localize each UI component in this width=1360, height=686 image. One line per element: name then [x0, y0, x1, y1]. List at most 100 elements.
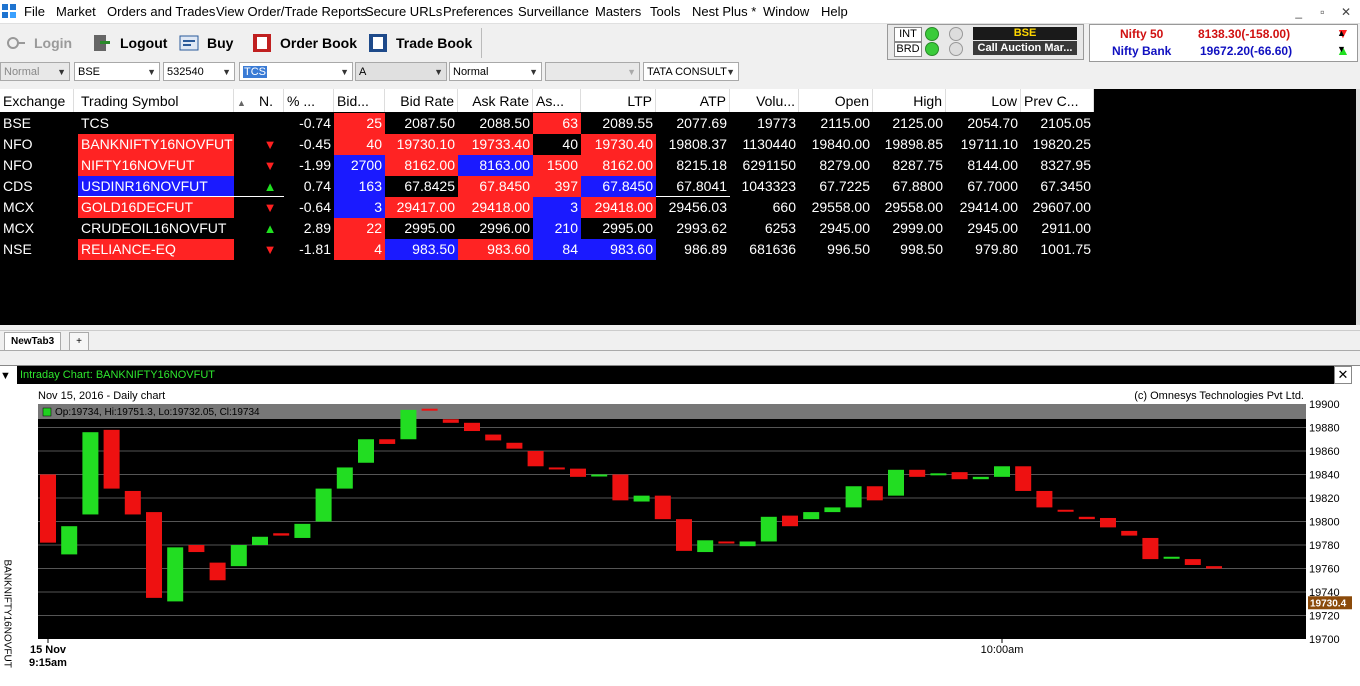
restore-button[interactable]: ▫: [1312, 5, 1332, 19]
candle[interactable]: [803, 512, 820, 520]
symbol-select[interactable]: TCS ▼: [239, 62, 353, 81]
candle[interactable]: [612, 474, 629, 501]
candle[interactable]: [994, 466, 1010, 477]
candle[interactable]: [1078, 516, 1095, 520]
candle[interactable]: [951, 472, 968, 480]
col-atp[interactable]: ATP: [656, 89, 730, 112]
menu-tools[interactable]: Tools: [650, 4, 680, 19]
minimize-button[interactable]: _: [1289, 5, 1309, 19]
order-book-button[interactable]: Order Book: [252, 29, 357, 57]
sort-ascending-icon[interactable]: ▲: [234, 89, 256, 112]
col-low[interactable]: Low: [946, 89, 1021, 112]
candle[interactable]: [442, 419, 459, 423]
candle[interactable]: [909, 469, 926, 477]
menu-view-reports[interactable]: View Order/Trade Reports: [216, 4, 367, 19]
candle[interactable]: [103, 429, 120, 489]
candle[interactable]: [527, 451, 544, 467]
order-type-select[interactable]: Normal ▼: [449, 62, 542, 81]
menu-market[interactable]: Market: [56, 4, 96, 19]
candle[interactable]: [379, 439, 396, 444]
table-row[interactable]: NSE RELIANCE-EQ -1.81 4 983.50 983.60 84 983.60…: [0, 239, 1094, 260]
candle[interactable]: [591, 474, 608, 477]
candle[interactable]: [485, 434, 502, 441]
table-row[interactable]: BSE TCS -0.74 25 2087.50 2088.50 63 2089.55 2077…: [0, 113, 1094, 134]
grid-scrollbar[interactable]: [1356, 89, 1360, 325]
candle[interactable]: [824, 507, 841, 513]
menu-preferences[interactable]: Preferences: [443, 4, 513, 19]
col-ask-qty[interactable]: As...: [533, 89, 581, 112]
candle[interactable]: [1057, 509, 1074, 512]
candle[interactable]: [506, 442, 523, 449]
login-button[interactable]: Login: [6, 29, 72, 57]
col-volume[interactable]: Volu...: [730, 89, 799, 112]
candle[interactable]: [336, 467, 353, 489]
table-row[interactable]: MCX CRUDEOIL16NOVFUT 2.89 22 2995.00 2996.00 2…: [0, 218, 1094, 239]
col-bid-rate[interactable]: Bid Rate: [385, 89, 458, 112]
candle[interactable]: [252, 536, 268, 545]
exchange-select[interactable]: BSE ▼: [74, 62, 160, 81]
candle[interactable]: [124, 490, 141, 515]
trade-book-button[interactable]: Trade Book: [368, 29, 472, 57]
candle[interactable]: [146, 512, 162, 598]
candle[interactable]: [40, 474, 56, 543]
candle[interactable]: [697, 540, 714, 553]
add-tab-button[interactable]: +: [69, 332, 89, 351]
candle[interactable]: [866, 486, 883, 501]
candle[interactable]: [1163, 556, 1180, 559]
col-exchange[interactable]: Exchange: [0, 89, 74, 112]
logout-button[interactable]: Logout: [92, 29, 167, 57]
candle[interactable]: [633, 495, 650, 502]
candle[interactable]: [1015, 466, 1032, 491]
candle[interactable]: [1184, 559, 1201, 565]
tab-newtab3[interactable]: NewTab3: [4, 332, 62, 351]
candle[interactable]: [273, 533, 290, 536]
code-select[interactable]: 532540 ▼: [163, 62, 235, 81]
col-percent-change[interactable]: % ...: [284, 89, 334, 112]
menu-orders-and-trades[interactable]: Orders and Trades: [107, 4, 215, 19]
candle[interactable]: [464, 422, 480, 432]
candle[interactable]: [61, 526, 78, 555]
menu-nest-plus[interactable]: Nest Plus *: [692, 4, 756, 19]
candle[interactable]: [358, 439, 374, 463]
candle[interactable]: [760, 516, 777, 542]
candle[interactable]: [718, 541, 735, 544]
candle[interactable]: [400, 409, 417, 440]
close-chart-button[interactable]: ✕: [1334, 366, 1352, 384]
candle[interactable]: [676, 519, 692, 551]
table-row[interactable]: CDS USDINR16NOVFUT 0.74 163 67.8425 67.8450 39…: [0, 176, 1094, 197]
candle[interactable]: [739, 541, 756, 547]
candle[interactable]: [1100, 517, 1116, 528]
candle[interactable]: [548, 467, 565, 470]
col-high[interactable]: High: [873, 89, 946, 112]
candle[interactable]: [930, 473, 947, 476]
table-row[interactable]: MCX GOLD16DECFUT -0.64 3 29417.00 29418.00 3 29…: [0, 197, 1094, 218]
company-select[interactable]: TATA CONSULT ▼: [643, 62, 739, 81]
candle[interactable]: [1142, 537, 1159, 560]
candle[interactable]: [315, 488, 332, 522]
menu-help[interactable]: Help: [821, 4, 848, 19]
col-net-change[interactable]: N.: [256, 89, 284, 112]
candle[interactable]: [421, 408, 438, 411]
candle[interactable]: [1121, 530, 1138, 536]
table-row[interactable]: NFO NIFTY16NOVFUT -1.99 2700 8162.00 8163.00 1…: [0, 155, 1094, 176]
scroll-down-icon[interactable]: ▼: [1337, 44, 1346, 54]
series-select[interactable]: A ▼: [355, 62, 447, 81]
candle[interactable]: [1036, 490, 1053, 508]
col-open[interactable]: Open: [799, 89, 873, 112]
candle[interactable]: [1206, 566, 1222, 569]
candle[interactable]: [230, 545, 247, 567]
candlestick-chart[interactable]: Nov 15, 2016 - Daily chart (c) Omnesys Te…: [0, 385, 1360, 685]
candle[interactable]: [782, 515, 798, 527]
table-row[interactable]: NFO BANKNIFTY16NOVFUT -0.45 40 19730.10 19733…: [0, 134, 1094, 155]
mode-select[interactable]: Normal ▼: [0, 62, 70, 81]
buy-button[interactable]: Buy: [179, 29, 233, 57]
candle[interactable]: [888, 469, 904, 496]
candle[interactable]: [972, 476, 989, 480]
menu-masters[interactable]: Masters: [595, 4, 641, 19]
col-symbol[interactable]: Trading Symbol: [78, 89, 234, 112]
menu-file[interactable]: File: [24, 4, 45, 19]
menu-surveillance[interactable]: Surveillance: [518, 4, 589, 19]
candle[interactable]: [167, 547, 184, 602]
col-prev-close[interactable]: Prev C...: [1021, 89, 1094, 112]
candle[interactable]: [209, 562, 226, 581]
